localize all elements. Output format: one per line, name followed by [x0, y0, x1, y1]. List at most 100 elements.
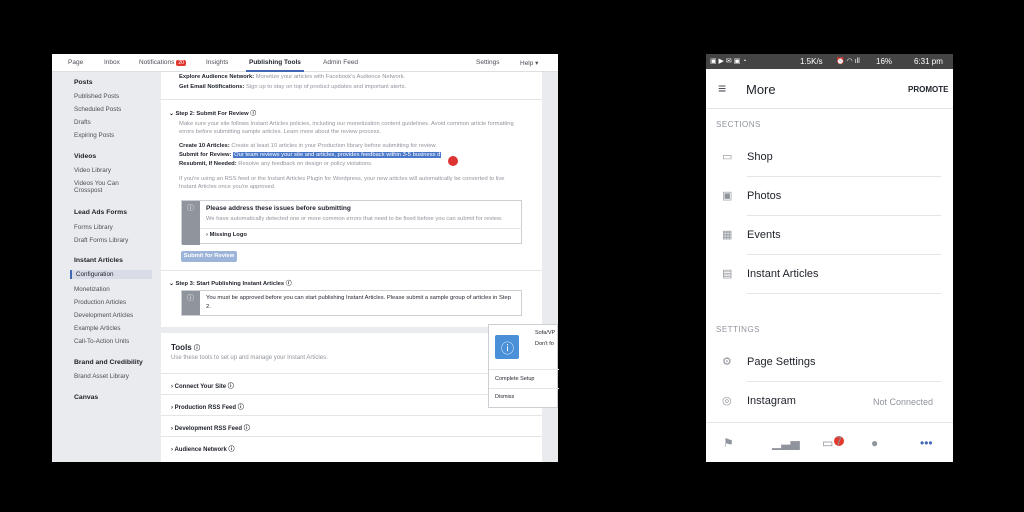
divider [489, 388, 559, 389]
resubmit-line: Resubmit, If Needed: Resolve any feedbac… [179, 161, 373, 167]
nav-notifications[interactable]: Notifications 20 [139, 59, 186, 66]
page-settings-label: Page Settings [747, 356, 816, 368]
approval-box-bar: ⓘ [182, 291, 200, 315]
sidebar-item-forms-library[interactable]: Forms Library [74, 224, 113, 231]
phone-screen: ▣ ▶ ✉ ▣ ◔ 1.5K/s ⏰ ◠ ıll 16% 6:31 pm ≡ M… [706, 54, 953, 462]
submit-for-review-button[interactable]: Submit for Review [181, 251, 237, 262]
email-label: Get Email Notifications: [179, 84, 245, 90]
sidebar-item-development[interactable]: Development Articles [74, 312, 133, 319]
explore-line: Explore Audience Network: Monetize your … [179, 74, 405, 80]
menu-item-photos[interactable]: ▣ Photos [706, 177, 953, 216]
step2-desc-1: Make sure your site follows Instant Arti… [179, 121, 514, 127]
nav-insights[interactable]: Insights [206, 59, 228, 66]
sidebar-item-crosspost[interactable]: Videos You Can Crosspost [74, 180, 119, 194]
info-icon: ⓘ [193, 346, 200, 352]
email-text: Sign up to stay on top of product update… [246, 84, 407, 90]
more-icon[interactable]: ••• [920, 436, 933, 450]
bottom-tab-bar: ⚑ ▁▃▅ ▭ 7 ● ••• [706, 422, 953, 462]
divider [489, 369, 559, 370]
approval-box: ⓘ You must be approved before you can st… [181, 290, 522, 316]
dismiss-link[interactable]: Dismiss [495, 394, 514, 400]
explore-label: Explore Audience Network: [179, 74, 255, 80]
step3-heading[interactable]: ⌄ Step 3: Start Publishing Instant Artic… [169, 278, 292, 287]
popup-text-2: Don't fo [535, 341, 554, 347]
sidebar-item-production[interactable]: Production Articles [74, 299, 126, 306]
sidebar-item-scheduled[interactable]: Scheduled Posts [74, 106, 121, 113]
nav-publishing-tools[interactable]: Publishing Tools [246, 59, 304, 72]
sidebar-item-configuration[interactable]: Configuration [70, 270, 152, 279]
menu-icon[interactable]: ≡ [718, 80, 726, 96]
sidebar-item-monetization[interactable]: Monetization [74, 286, 110, 293]
tool-development-rss-label: › Development RSS Feed ⓘ [171, 426, 250, 432]
nav-page[interactable]: Page [68, 59, 83, 66]
insights-icon[interactable]: ▁▃▅ [772, 436, 800, 450]
warning-title: Please address these issues before submi… [206, 205, 351, 212]
resubmit-label: Resubmit, If Needed: [179, 161, 237, 167]
info-icon: ⓘ [237, 405, 244, 411]
tool-audience-network-label: › Audience Network ⓘ [171, 447, 235, 453]
nav-settings[interactable]: Settings [476, 59, 500, 66]
tool-row-audience-network[interactable]: › Audience Network ⓘ [161, 436, 542, 457]
explore-text: Monetize your articles with Facebook's A… [255, 74, 406, 80]
tool-audience-network-text: Audience Network [174, 447, 227, 453]
shop-label: Shop [747, 151, 773, 163]
sidebar-heading-brand: Brand and Credibility [74, 359, 143, 366]
complete-setup-link[interactable]: Complete Setup [495, 376, 534, 382]
photos-label: Photos [747, 190, 782, 202]
step2-heading[interactable]: ⌄ Step 2: Submit For Review ⓘ [169, 108, 256, 117]
menu-item-page-settings[interactable]: ⚙ Page Settings [706, 343, 953, 382]
sidebar-item-published[interactable]: Published Posts [74, 93, 119, 100]
sidebar-item-draft-forms[interactable]: Draft Forms Library [74, 237, 128, 244]
tool-connect-text: Connect Your Site [174, 384, 227, 390]
promote-button[interactable]: PROMOTE [908, 85, 948, 94]
sidebar-heading-canvas[interactable]: Canvas [74, 394, 98, 401]
nav-help[interactable]: Help ▾ [520, 59, 538, 67]
notifications-badge: 20 [176, 60, 186, 66]
submit-text-highlighted: Our team reviews your site and articles,… [233, 152, 442, 158]
nav-admin-feed[interactable]: Admin Feed [323, 59, 358, 66]
missing-logo-item[interactable]: › Missing Logo [206, 232, 247, 238]
sidebar-item-expiring[interactable]: Expiring Posts [74, 132, 114, 139]
warning-icon: ⓘ [187, 205, 194, 212]
tools-title-text: Tools [171, 343, 192, 352]
inbox-icon[interactable]: ▭ [822, 436, 833, 450]
info-glyph: ⓘ [501, 341, 515, 356]
notification-icons: ▣ ▶ ✉ ▣ ◔ [710, 58, 747, 65]
menu-item-events[interactable]: ▦ Events [706, 216, 953, 255]
chevron-right-icon: › [206, 232, 208, 238]
menu-item-instagram[interactable]: ◎ Instagram Not Connected [706, 382, 953, 421]
network-speed: 1.5K/s [800, 57, 823, 66]
setup-popup: ⓘ Sofa/VP Don't fo Complete Setup Dismis… [488, 324, 559, 408]
divider [161, 270, 542, 271]
menu-item-shop[interactable]: ▭ Shop [706, 138, 953, 177]
page-title: More [746, 82, 776, 97]
photos-icon: ▣ [722, 190, 733, 202]
popup-info-icon: ⓘ [495, 335, 519, 359]
sidebar-item-drafts[interactable]: Drafts [74, 119, 91, 126]
tool-row-development-rss[interactable]: › Development RSS Feed ⓘ [161, 415, 542, 436]
top-nav: Page Inbox Notifications 20 Insights Publ… [52, 54, 558, 72]
crosspost-line-2: Crosspost [74, 187, 103, 194]
sidebar-item-cta[interactable]: Call-To-Action Units [74, 338, 129, 345]
sidebar-item-brand-asset[interactable]: Brand Asset Library [74, 373, 129, 380]
tool-row-production-rss[interactable]: › Production RSS Feed ⓘ [161, 394, 542, 415]
step3-title: Step 3: Start Publishing Instant Article… [175, 281, 285, 287]
tools-desc: Use these tools to set up and manage you… [171, 355, 328, 361]
flag-icon[interactable]: ⚑ [723, 436, 734, 450]
sidebar-heading-posts: Posts [74, 79, 93, 86]
menu-item-instant-articles[interactable]: ▤ Instant Articles [706, 255, 953, 294]
warning-divider [200, 228, 522, 229]
sidebar-item-example[interactable]: Example Articles [74, 325, 121, 332]
approval-text-1: You must be approved before you can star… [206, 295, 511, 301]
sidebar-heading-lead-ads: Lead Ads Forms [74, 209, 128, 216]
nav-inbox[interactable]: Inbox [104, 59, 120, 66]
signal-icons: ⏰ ◠ ıll [836, 58, 860, 65]
sidebar-heading-instant: Instant Articles [74, 257, 123, 264]
tool-row-connect[interactable]: › Connect Your Site ⓘ [161, 373, 542, 394]
globe-icon[interactable]: ● [871, 436, 878, 450]
tools-panel: Tools ⓘ Use these tools to set up and ma… [161, 333, 542, 462]
rss-text-1: If you're using an RSS feed or the Insta… [179, 176, 505, 182]
events-icon: ▦ [722, 229, 733, 241]
sidebar-item-video-library[interactable]: Video Library [74, 167, 111, 174]
warning-box-bar: ⓘ [182, 201, 200, 245]
